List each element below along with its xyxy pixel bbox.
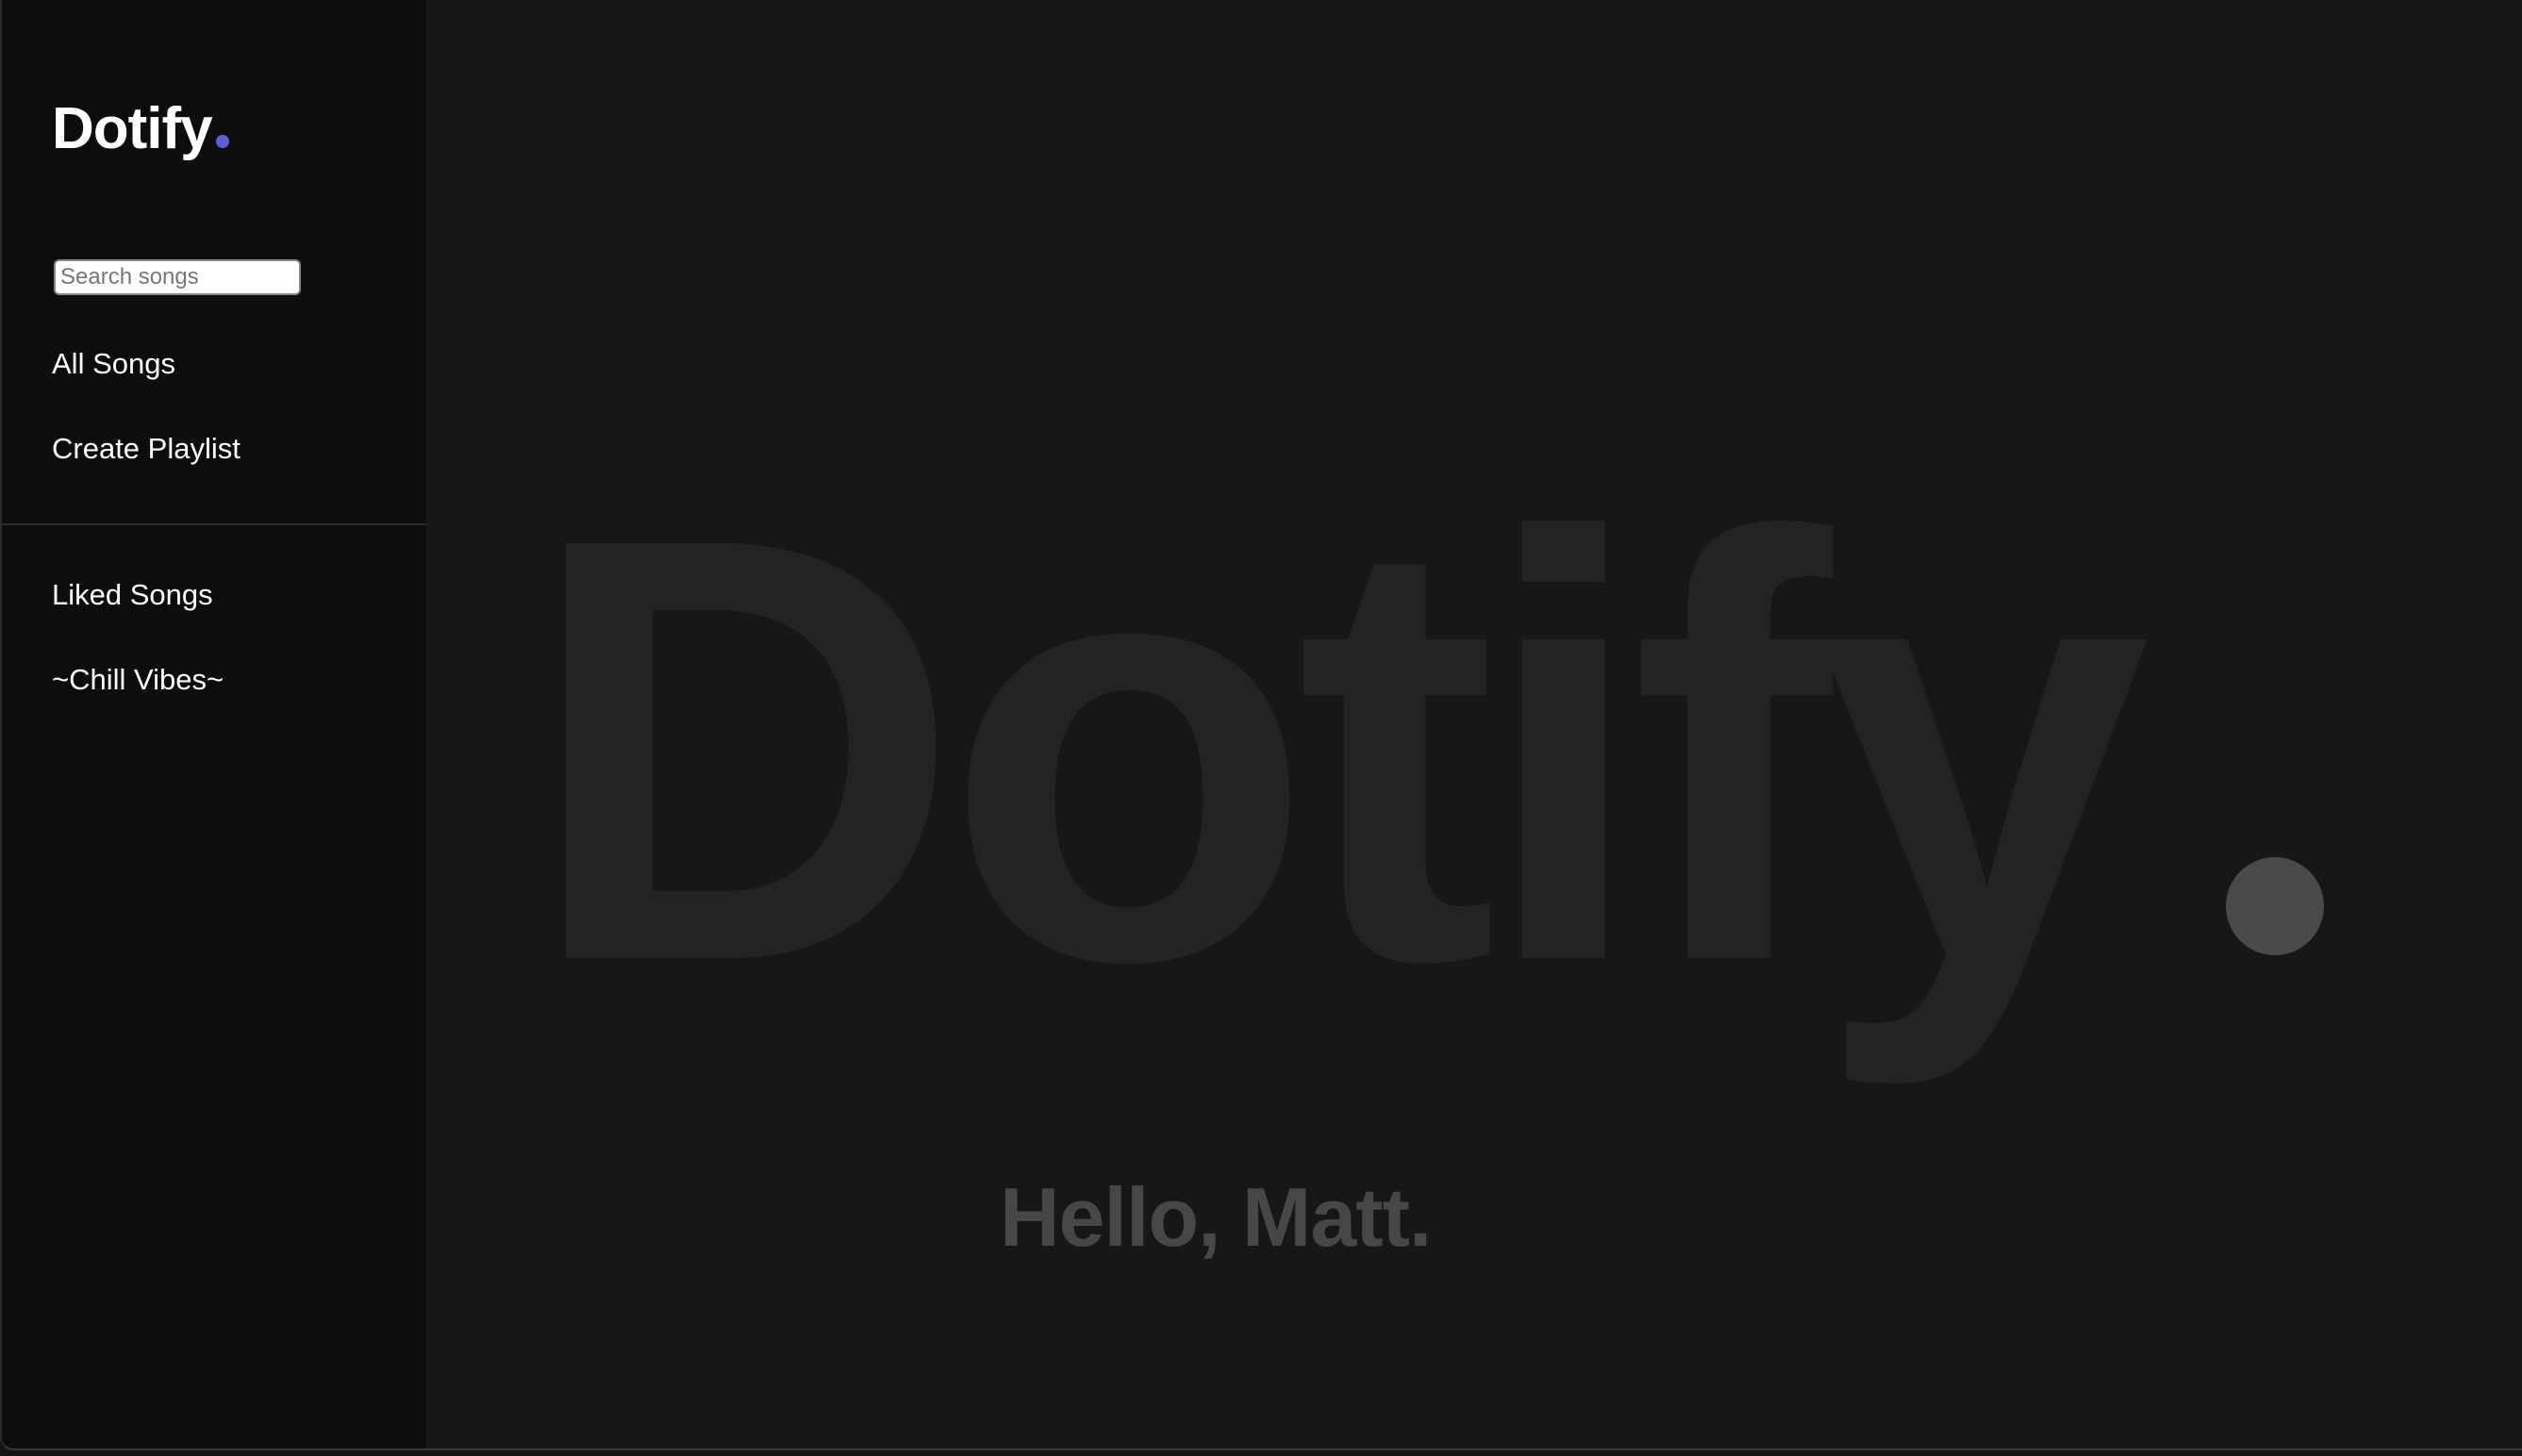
watermark-dot-icon — [2226, 857, 2324, 955]
sidebar-item-all-songs[interactable]: All Songs — [52, 347, 175, 381]
sidebar: Dotify All Songs Create Playlist Liked S… — [2, 0, 426, 1448]
sidebar-item-create-playlist[interactable]: Create Playlist — [52, 432, 241, 466]
sidebar-divider — [2, 523, 426, 525]
sidebar-item-chill-vibes[interactable]: ~Chill Vibes~ — [52, 663, 224, 697]
greeting-text: Hello, Matt. — [1000, 1170, 1432, 1264]
app-logo[interactable]: Dotify — [52, 100, 229, 158]
app-window: Dotify All Songs Create Playlist Liked S… — [0, 0, 2522, 1450]
search-input[interactable] — [54, 259, 301, 295]
sidebar-item-liked-songs[interactable]: Liked Songs — [52, 578, 213, 612]
app-logo-text: Dotify — [52, 96, 213, 161]
logo-dot-icon — [215, 135, 229, 148]
logo-watermark: Dotify — [525, 412, 2150, 1086]
